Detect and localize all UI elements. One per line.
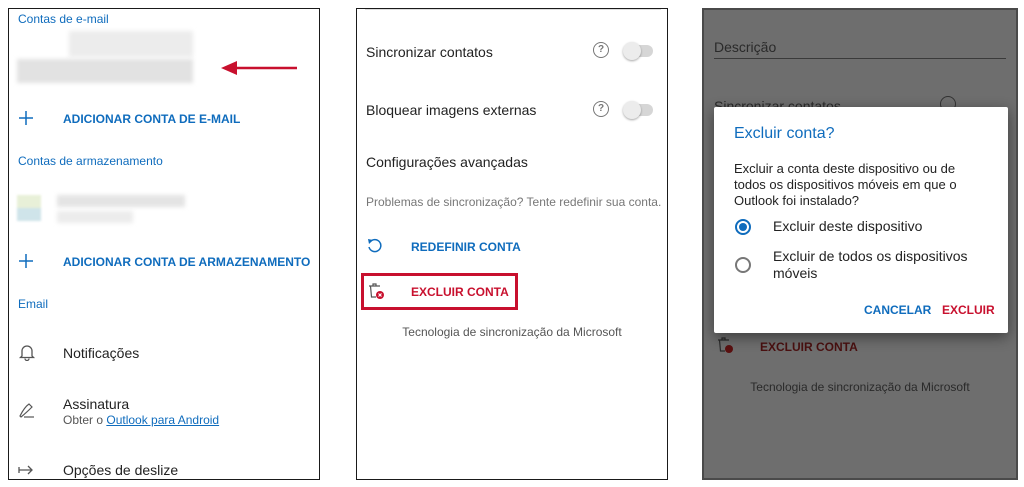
refresh-icon bbox=[368, 238, 382, 253]
pointer-arrow-icon bbox=[221, 61, 297, 75]
description-underline bbox=[714, 58, 1006, 59]
swipe-options-label: Opções de deslize bbox=[63, 462, 179, 478]
sync-contacts-toggle[interactable] bbox=[623, 42, 653, 60]
description-field: Descrição bbox=[714, 39, 777, 55]
signature-label: Assinatura bbox=[63, 396, 130, 412]
top-divider bbox=[365, 9, 661, 10]
delete-account-label: EXCLUIR CONTA bbox=[411, 285, 509, 299]
radio-this-device[interactable] bbox=[735, 219, 751, 235]
section-storage-accounts: Contas de armazenamento bbox=[18, 154, 163, 168]
section-mail: Email bbox=[18, 297, 49, 311]
plus-icon bbox=[19, 254, 33, 268]
bg-microsoft-sync-text: Tecnologia de sincronização da Microsoft bbox=[750, 380, 970, 394]
trash-delete-icon bbox=[369, 283, 384, 299]
microsoft-sync-text: Tecnologia de sincronização da Microsoft bbox=[402, 325, 622, 339]
block-images-toggle[interactable] bbox=[623, 101, 653, 119]
radio-all-devices[interactable] bbox=[735, 257, 751, 273]
confirm-delete-button[interactable]: EXCLUIR bbox=[942, 303, 995, 317]
cancel-button[interactable]: CANCELAR bbox=[864, 303, 931, 317]
blurred-account-email bbox=[17, 59, 193, 83]
reset-account-label: REDEFINIR CONTA bbox=[411, 240, 521, 254]
dialog-message: Excluir a conta deste dispositivo ou de … bbox=[734, 161, 957, 208]
outlook-android-link[interactable]: Outlook para Android bbox=[106, 413, 219, 427]
sync-contacts-label: Sincronizar contatos bbox=[366, 44, 493, 60]
plus-icon bbox=[19, 111, 33, 125]
dialog-title: Excluir conta? bbox=[734, 125, 835, 142]
advanced-settings-item[interactable]: Configurações avançadas bbox=[366, 154, 528, 170]
delete-dialog-panel: Descrição Sincronizar contatos EXCLUIR C… bbox=[702, 8, 1018, 480]
add-storage-account-label: ADICIONAR CONTA DE ARMAZENAMENTO bbox=[63, 255, 311, 269]
option-this-device-label: Excluir deste dispositivo bbox=[773, 218, 923, 234]
blurred-storage-name bbox=[57, 195, 185, 207]
account-settings-panel: Sincronizar contatos ? Bloquear imagens … bbox=[356, 8, 668, 480]
signature-pen-icon bbox=[19, 403, 34, 418]
help-icon[interactable]: ? bbox=[593, 42, 609, 58]
storage-account-icon bbox=[17, 195, 41, 221]
block-images-label: Bloquear imagens externas bbox=[366, 102, 537, 118]
blurred-storage-email bbox=[57, 211, 133, 223]
sync-problems-text: Problemas de sincronização? Tente redefi… bbox=[366, 195, 662, 209]
blurred-account-name bbox=[69, 31, 193, 57]
option-all-devices-label: Excluir de todos os dispositivos móveis bbox=[773, 248, 968, 281]
add-email-account-label: ADICIONAR CONTA DE E-MAIL bbox=[63, 112, 241, 126]
signature-subtitle: Obter o Outlook para Android bbox=[63, 413, 219, 427]
bg-delete-account-label: EXCLUIR CONTA bbox=[760, 340, 858, 354]
section-email-accounts: Contas de e-mail bbox=[18, 12, 109, 26]
bg-trash-icon bbox=[718, 337, 733, 353]
notifications-label: Notificações bbox=[63, 345, 140, 361]
bell-icon bbox=[18, 345, 36, 361]
delete-account-dialog: Excluir conta? Excluir a conta deste dis… bbox=[714, 107, 1008, 333]
swipe-arrow-icon bbox=[18, 465, 33, 475]
accounts-panel: Contas de e-mail ADICIONAR CONTA DE E-MA… bbox=[8, 8, 320, 480]
help-icon[interactable]: ? bbox=[593, 101, 609, 117]
signature-subtitle-prefix: Obter o bbox=[63, 413, 107, 427]
